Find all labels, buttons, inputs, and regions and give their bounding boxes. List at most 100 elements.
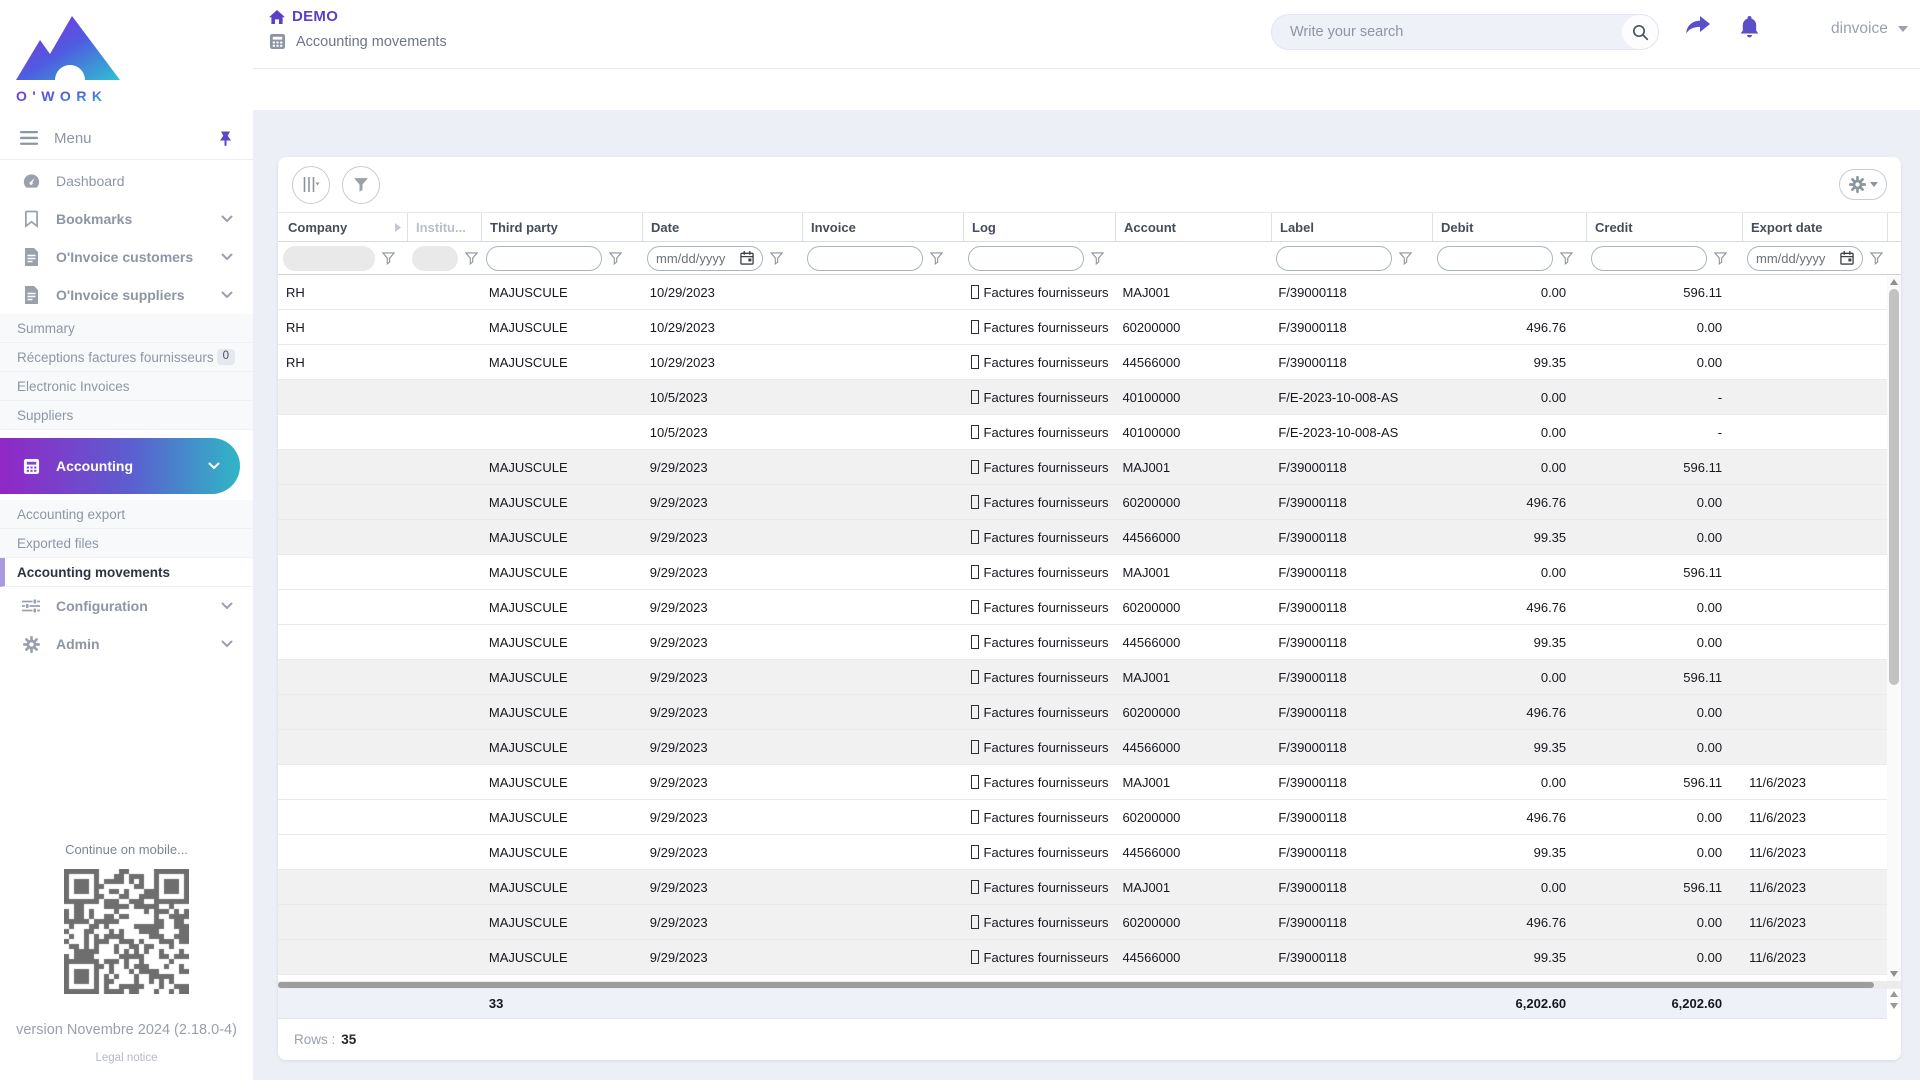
sidebar-item-accounting-export[interactable]: Accounting export [0,500,253,529]
filter-input-label[interactable] [1276,246,1392,271]
table-row[interactable]: MAJUSCULE9/29/2023Factures fournisseurs6… [278,695,1887,730]
filter-input-invoice[interactable] [807,246,923,271]
column-header-third_party[interactable]: Third party [481,213,642,241]
filter-input-institution[interactable] [412,246,458,271]
table-row[interactable]: RHMAJUSCULE10/29/2023Factures fournisseu… [278,310,1887,345]
column-header-company[interactable]: Company [278,213,407,241]
table-row[interactable]: MAJUSCULE9/29/2023Factures fournisseursM… [278,660,1887,695]
sidebar-item-accounting-movements[interactable]: Accounting movements [0,558,253,587]
table-row[interactable]: MAJUSCULE9/29/2023Factures fournisseurs6… [278,905,1887,940]
column-header-export_date[interactable]: Export date [1742,213,1888,241]
sidebar-item-accounting[interactable]: Accounting [0,438,240,494]
table-row[interactable]: RHMAJUSCULE10/29/2023Factures fournisseu… [278,345,1887,380]
filter-input-company[interactable] [283,246,375,271]
filter-funnel-icon[interactable] [609,252,622,265]
footer-cell-third_party: 33 [481,996,642,1011]
column-header-institution[interactable]: Institu... [407,213,481,241]
horizontal-scrollbar-thumb[interactable] [278,982,1874,988]
cell-debit: 99.35 [1431,730,1585,764]
table-row[interactable]: MAJUSCULE9/29/2023Factures fournisseurs6… [278,800,1887,835]
cell-third_party: MAJUSCULE [481,450,642,484]
table-row[interactable]: MAJUSCULE9/29/2023Factures fournisseurs4… [278,835,1887,870]
share-icon[interactable] [1685,16,1711,43]
sidebar-item-suppliers[interactable]: Suppliers [0,401,253,430]
filter-funnel-icon[interactable] [1714,252,1727,265]
sidebar-item-receptions-factures-fournisseurs[interactable]: Réceptions factures fournisseurs0 [0,343,253,372]
sidebar-item-configuration[interactable]: Configuration [0,587,253,625]
sidebar-item-oinvoice-customers[interactable]: O'Invoice customers [0,238,253,276]
filter-input-log[interactable] [968,246,1084,271]
pin-icon[interactable] [218,130,233,147]
table-row[interactable]: RHMAJUSCULE10/29/2023Factures fournisseu… [278,275,1887,310]
filter-funnel-icon[interactable] [1091,252,1104,265]
date-filter-input-date[interactable]: mm/dd/yyyy [647,246,763,271]
sidebar-item-exported-files[interactable]: Exported files [0,529,253,558]
sidebar-item-admin[interactable]: Admin [0,625,253,663]
search-icon[interactable] [1622,15,1658,49]
filter-funnel-icon[interactable] [770,252,783,265]
cell-account: 60200000 [1114,485,1270,519]
search-input[interactable] [1272,24,1622,40]
columns-button[interactable] [292,166,330,204]
column-header-date[interactable]: Date [642,213,802,241]
date-filter-input-export_date[interactable]: mm/dd/yyyy [1747,246,1863,271]
table-row[interactable]: MAJUSCULE9/29/2023Factures fournisseursM… [278,765,1887,800]
cell-institution [407,940,481,974]
column-header-label[interactable]: Label [1271,213,1432,241]
column-header-account[interactable]: Account [1115,213,1271,241]
filter-funnel-icon[interactable] [1870,252,1883,265]
cell-company [278,450,407,484]
filter-input-debit[interactable] [1437,246,1553,271]
filter-funnel-icon[interactable] [930,252,943,265]
breadcrumb-primary[interactable]: DEMO [292,8,338,25]
footer-scroll-arrows[interactable] [1890,991,1898,1009]
filter-funnel-icon[interactable] [465,252,478,265]
sidebar-item-electronic-invoices[interactable]: Electronic Invoices [0,372,253,401]
hamburger-icon[interactable] [20,131,38,145]
table-row[interactable]: MAJUSCULE9/29/2023Factures fournisseurs4… [278,730,1887,765]
settings-button[interactable] [1839,169,1887,200]
cell-credit: 0.00 [1585,905,1741,939]
table-row[interactable]: MAJUSCULE9/29/2023Factures fournisseurs6… [278,590,1887,625]
table-row[interactable]: MAJUSCULE9/29/2023Factures fournisseurs4… [278,520,1887,555]
table-row[interactable]: 10/5/2023Factures fournisseurs40100000F/… [278,415,1887,450]
filter-funnel-icon[interactable] [382,252,395,265]
table-row[interactable]: 10/5/2023Factures fournisseurs40100000F/… [278,380,1887,415]
table-row[interactable]: MAJUSCULE9/29/2023Factures fournisseurs4… [278,625,1887,660]
filter-funnel-icon[interactable] [1560,252,1573,265]
table-row[interactable]: MAJUSCULE9/29/2023Factures fournisseursM… [278,555,1887,590]
cell-third_party: MAJUSCULE [481,730,642,764]
filter-input-third_party[interactable] [486,246,602,271]
column-header-credit[interactable]: Credit [1586,213,1742,241]
table-row[interactable]: MAJUSCULE9/29/2023Factures fournisseursM… [278,450,1887,485]
horizontal-scrollbar[interactable] [278,981,1901,989]
cell-date: 10/5/2023 [642,415,802,449]
table-row[interactable]: MAJUSCULE9/29/2023Factures fournisseurs4… [278,940,1887,975]
column-header-debit[interactable]: Debit [1432,213,1586,241]
bell-icon[interactable] [1739,16,1760,44]
sidebar-item-dashboard[interactable]: Dashboard [0,162,253,200]
vertical-scrollbar-thumb[interactable] [1889,289,1899,685]
sidebar-item-oinvoice-suppliers[interactable]: O'Invoice suppliers [0,276,253,314]
sidebar-item-bookmarks[interactable]: Bookmarks [0,200,253,238]
scroll-down-arrow[interactable] [1890,971,1898,977]
cell-company [278,800,407,834]
user-menu[interactable]: dinvoice [1831,20,1908,38]
table-row[interactable]: MAJUSCULE9/29/2023Factures fournisseursM… [278,870,1887,905]
column-header-invoice[interactable]: Invoice [802,213,963,241]
legal-notice-link[interactable]: Legal notice [0,1052,253,1064]
cell-date: 9/29/2023 [642,485,802,519]
filter-button[interactable] [342,166,380,204]
table-row[interactable]: MAJUSCULE9/29/2023Factures fournisseurs6… [278,485,1887,520]
scroll-up-arrow[interactable] [1890,279,1898,285]
sidebar-menu-bar[interactable]: Menu [0,117,253,159]
filter-funnel-icon[interactable] [1399,252,1412,265]
cell-account: 60200000 [1114,905,1270,939]
cell-label: F/39000118 [1270,520,1431,554]
column-header-log[interactable]: Log [963,213,1115,241]
sidebar-item-summary[interactable]: Summary [0,314,253,343]
filter-input-credit[interactable] [1591,246,1707,271]
cell-export_date: 11/6/2023 [1741,765,1887,799]
vertical-scrollbar[interactable] [1887,275,1901,981]
sliders-icon [20,598,42,614]
